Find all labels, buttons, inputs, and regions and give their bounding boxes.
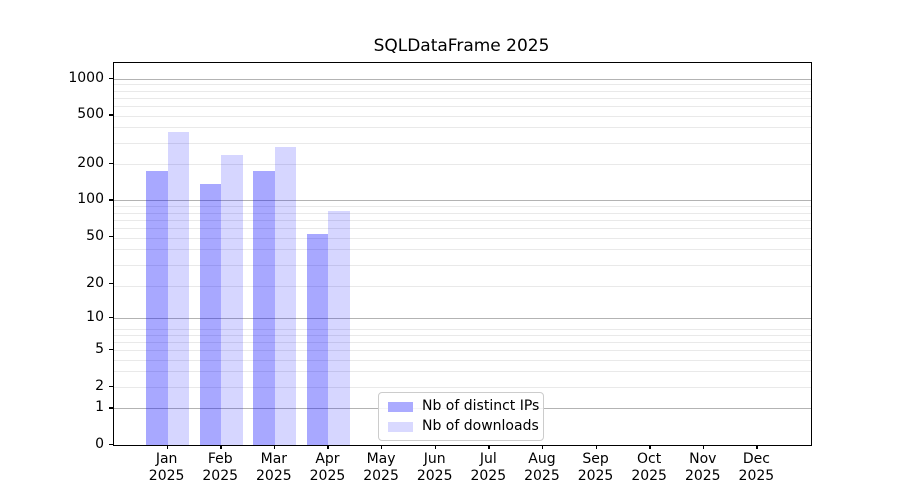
bar-downloads-apr [328,211,350,445]
x-tick-jul [488,445,489,449]
bar-distinct-ips-jan [146,171,168,445]
x-tick-jan [167,445,168,449]
minor-gridline [114,164,811,165]
x-tick-dec [756,445,757,449]
x-tick-feb [220,445,221,449]
y-tick-label-100: 100 [40,192,104,206]
legend-swatch-downloads [388,422,413,432]
bar-distinct-ips-mar [253,171,275,445]
y-tick-20 [109,283,113,284]
y-tick-200 [109,163,113,164]
y-tick-500 [109,114,113,115]
y-tick-0 [109,444,113,445]
y-tick-label-20: 20 [40,276,104,290]
legend-label: Nb of distinct IPs [422,399,539,414]
x-tick-may [381,445,382,449]
x-tick-aug [542,445,543,449]
plot-area [113,62,812,446]
bar-distinct-ips-apr [307,234,329,445]
y-tick-label-2: 2 [40,379,104,393]
legend-swatch-distinct-ips [388,402,413,412]
x-tick-nov [703,445,704,449]
minor-gridline [114,116,811,117]
y-tick-10 [109,317,113,318]
x-label-month: Dec [724,451,788,468]
minor-gridline [114,84,811,85]
y-tick-label-5: 5 [40,342,104,356]
x-tick-oct [649,445,650,449]
minor-gridline [114,91,811,92]
y-tick-label-1: 1 [40,400,104,414]
bar-downloads-feb [221,155,243,445]
y-tick-1000 [109,78,113,79]
minor-gridline [114,143,811,144]
figure: SQLDataFrame 2025 1000500200100502010521… [0,0,900,500]
x-tick-apr [327,445,328,449]
y-tick-label-50: 50 [40,229,104,243]
minor-gridline [114,106,811,107]
major-gridline-1000 [114,79,811,80]
legend: Nb of distinct IPs Nb of downloads [378,392,544,441]
y-tick-2 [109,386,113,387]
y-tick-label-0: 0 [40,437,104,451]
y-tick-50 [109,236,113,237]
x-label-year: 2025 [724,468,788,485]
y-tick-label-10: 10 [40,310,104,324]
x-tick-jun [435,445,436,449]
y-tick-100 [109,199,113,200]
chart-title: SQLDataFrame 2025 [113,36,810,56]
y-tick-5 [109,349,113,350]
bar-distinct-ips-feb [200,184,222,445]
minor-gridline [114,127,811,128]
legend-label: Nb of downloads [422,419,539,434]
x-tick-sep [596,445,597,449]
x-tick-mar [274,445,275,449]
y-tick-1 [109,407,113,408]
legend-item-distinct-ips: Nb of distinct IPs [388,399,534,414]
x-tick-label-dec: Dec2025 [724,451,788,485]
bar-downloads-mar [275,147,297,445]
y-tick-label-200: 200 [40,156,104,170]
y-tick-label-500: 500 [40,107,104,121]
bar-downloads-jan [168,132,190,445]
legend-item-downloads: Nb of downloads [388,419,534,434]
y-tick-label-1000: 1000 [40,71,104,85]
minor-gridline [114,98,811,99]
